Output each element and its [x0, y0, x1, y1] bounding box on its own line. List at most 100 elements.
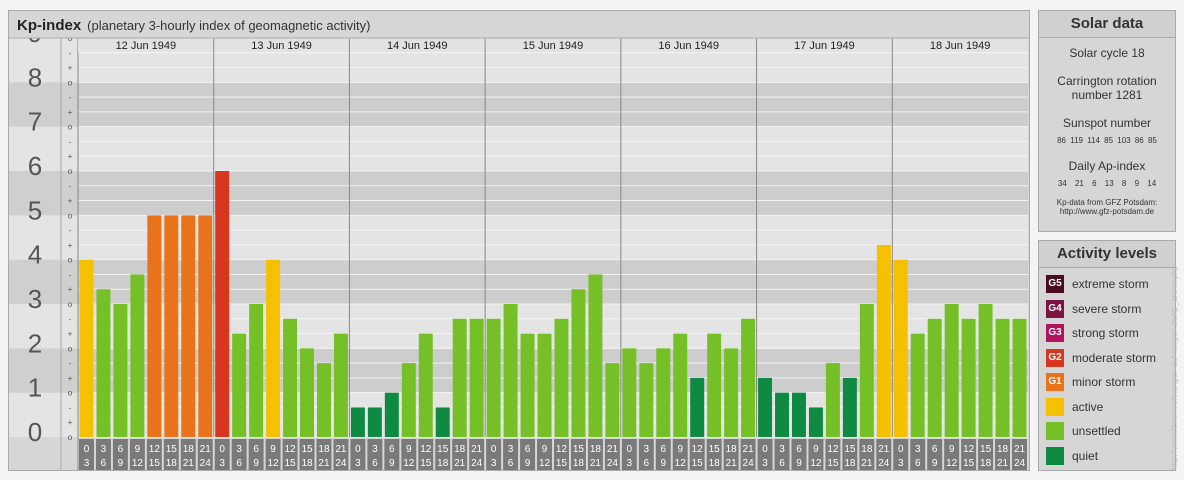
interval-start-label: 3: [508, 444, 514, 455]
interval-end-label: 3: [355, 458, 361, 469]
source-link[interactable]: http://www.gfz-potsdam.de: [1039, 207, 1175, 216]
y-subtick-label: +: [68, 108, 73, 117]
kp-chart-panel: 0123456789o+-o+-o+-o+-o+-o+-o+-o+-o+-o12…: [8, 10, 1030, 471]
y-subtick-label: o: [68, 211, 73, 220]
interval-end-label: 6: [101, 458, 107, 469]
interval-start-label: 15: [166, 444, 178, 455]
kp-bar: [622, 348, 637, 437]
legend-swatch: G3: [1046, 324, 1064, 342]
interval-start-label: 9: [949, 444, 955, 455]
y-subtick-label: -: [69, 137, 72, 146]
kp-bar: [537, 333, 552, 437]
interval-start-label: 21: [743, 444, 755, 455]
interval-start-label: 12: [692, 444, 704, 455]
kp-bar: [673, 333, 688, 437]
kp-bar: [741, 318, 756, 437]
interval-start-label: 0: [491, 444, 497, 455]
kp-bar: [384, 392, 399, 437]
kp-bar: [300, 348, 314, 437]
interval-start-label: 0: [898, 444, 904, 455]
y-subtick-label: -: [69, 403, 72, 412]
y-subtick-label: -: [69, 359, 72, 368]
interval-end-label: 18: [166, 458, 178, 469]
interval-end-label: 9: [525, 458, 531, 469]
interval-end-label: 15: [149, 458, 161, 469]
y-tick-label: 4: [28, 240, 42, 270]
interval-end-label: 9: [932, 458, 938, 469]
interval-end-label: 12: [268, 458, 280, 469]
interval-start-label: 0: [84, 444, 90, 455]
day-label: 13 Jun 1949: [251, 40, 312, 52]
legend-swatch: [1046, 422, 1064, 440]
interval-start-label: 12: [284, 444, 296, 455]
interval-end-label: 24: [200, 458, 212, 469]
kp-bar: [130, 274, 145, 437]
kp-bar: [707, 333, 722, 437]
kp-bar: [215, 171, 230, 437]
y-tick-label: 3: [28, 284, 42, 314]
kp-bar: [266, 259, 281, 437]
y-subtick-label: -: [69, 315, 72, 324]
day-label: 16 Jun 1949: [658, 40, 719, 52]
interval-start-label: 9: [813, 444, 819, 455]
kp-bar: [944, 304, 959, 437]
interval-start-label: 15: [709, 444, 721, 455]
y-band: [9, 38, 78, 83]
interval-start-label: 18: [997, 444, 1009, 455]
carrington-rotation-number: number 1281: [1071, 88, 1143, 102]
y-subtick-label: o: [68, 78, 73, 87]
solar-cycle: Solar cycle 18: [1069, 46, 1145, 60]
interval-start-label: 0: [627, 444, 633, 455]
interval-start-label: 15: [301, 444, 313, 455]
interval-start-label: 9: [135, 444, 141, 455]
legend-label: unsettled: [1072, 424, 1121, 438]
interval-start-label: 21: [335, 444, 347, 455]
interval-start-label: 12: [827, 444, 839, 455]
y-subtick-label: +: [68, 418, 73, 427]
carrington-rotation-label: Carrington rotation: [1057, 74, 1157, 88]
legend-label: severe storm: [1072, 301, 1142, 316]
interval-end-label: 15: [556, 458, 568, 469]
day-label: 17 Jun 1949: [794, 40, 855, 52]
kp-bar: [418, 333, 433, 437]
kp-bar: [842, 377, 857, 437]
legend-swatch: G4: [1046, 299, 1064, 318]
legend-item-strong-storm: G3 strong storm: [1046, 323, 1139, 343]
interval-end-label: 9: [253, 458, 259, 469]
interval-end-label: 6: [915, 458, 921, 469]
y-subtick-label: o: [68, 167, 73, 176]
kp-bar: [825, 363, 840, 437]
kp-bar: [147, 215, 162, 437]
interval-start-label: 6: [932, 444, 938, 455]
kp-bar: [893, 259, 908, 437]
interval-end-label: 24: [607, 458, 619, 469]
interval-start-label: 12: [556, 444, 568, 455]
interval-start-label: 12: [963, 444, 975, 455]
solar-data-title: Solar data: [1039, 11, 1175, 38]
kp-bar: [758, 377, 773, 437]
kp-bar: [367, 407, 382, 437]
legend-label: extreme storm: [1072, 277, 1149, 291]
interval-end-label: 6: [644, 458, 650, 469]
kp-bar: [724, 348, 739, 437]
interval-start-label: 3: [372, 444, 378, 455]
interval-end-label: 18: [301, 458, 313, 469]
interval-end-label: 6: [779, 458, 785, 469]
legend-label: quiet: [1072, 448, 1099, 463]
interval-end-label: 24: [1014, 458, 1026, 469]
y-subtick-label: -: [69, 226, 72, 235]
interval-end-label: 18: [437, 458, 449, 469]
interval-end-label: 3: [84, 458, 90, 469]
interval-end-label: 12: [946, 458, 958, 469]
legend-label: minor storm: [1072, 375, 1136, 389]
interval-start-label: 18: [726, 444, 738, 455]
interval-start-label: 18: [183, 444, 195, 455]
plot-band: [78, 82, 1028, 127]
interval-start-label: 21: [200, 444, 212, 455]
interval-start-label: 18: [861, 444, 873, 455]
y-subtick-label: +: [68, 64, 73, 73]
y-band: [9, 171, 78, 216]
y-subtick-label: +: [68, 285, 73, 294]
interval-end-label: 24: [471, 458, 483, 469]
interval-end-label: 6: [508, 458, 514, 469]
